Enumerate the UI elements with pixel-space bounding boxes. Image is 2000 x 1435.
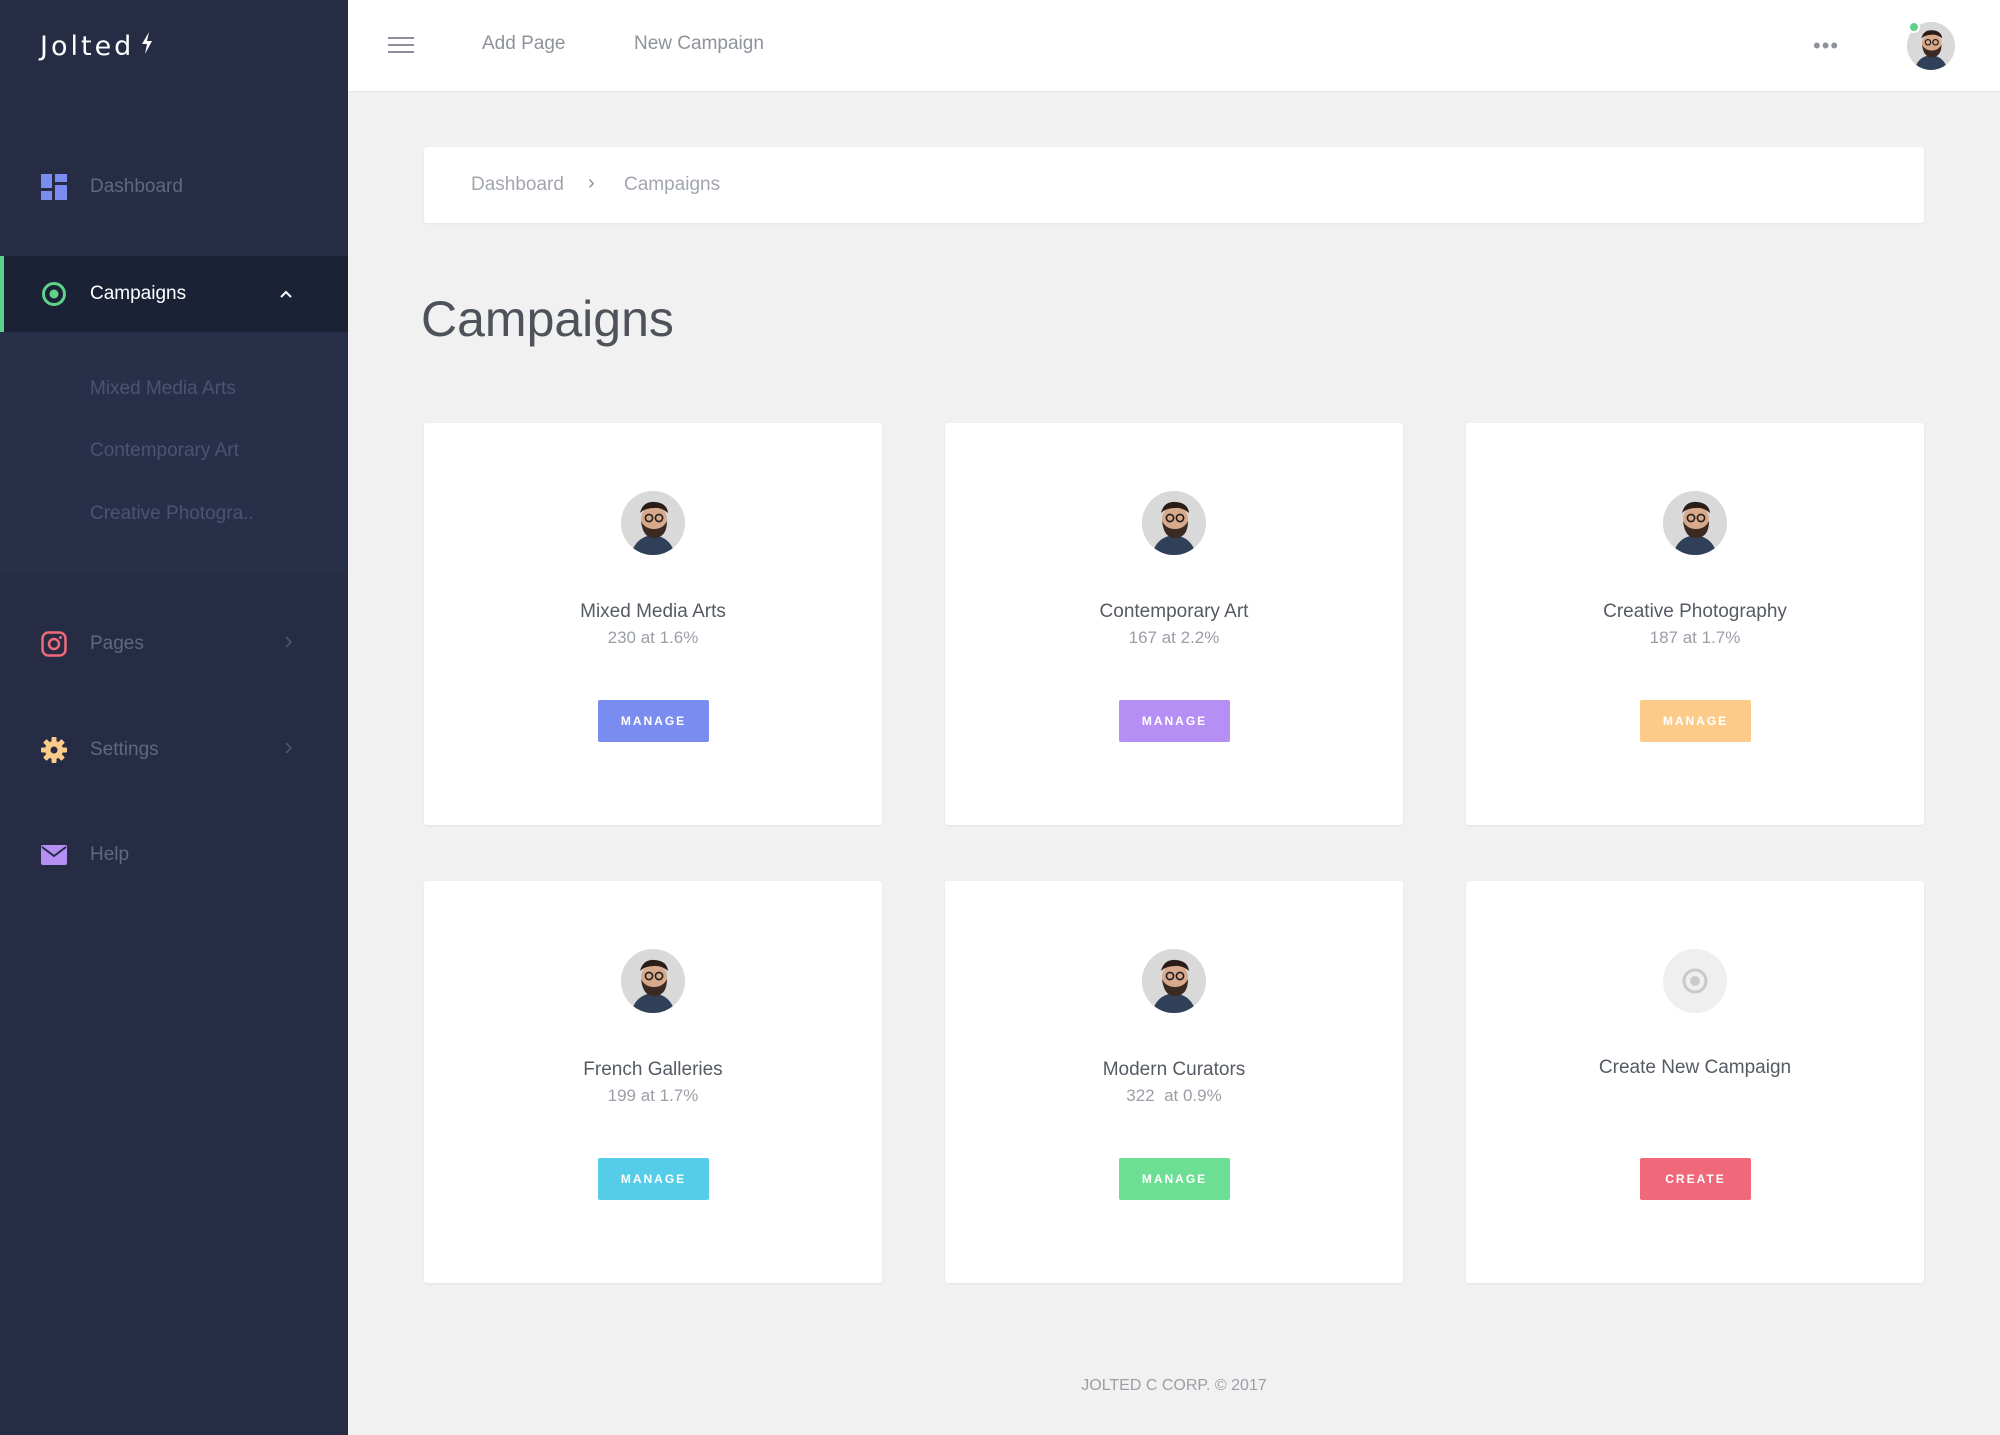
campaign-card: Modern Curators 322 at 0.9% MANAGE: [945, 881, 1403, 1283]
campaign-stat: 187 at 1.7%: [1649, 628, 1741, 647]
sidebar-item-dashboard[interactable]: Dashboard: [0, 149, 348, 225]
submenu-item[interactable]: Contemporary Art: [90, 440, 239, 462]
avatar: [621, 491, 685, 555]
page-title: Campaigns: [421, 291, 674, 347]
mail-icon: [40, 841, 68, 869]
campaign-name: Create New Campaign: [1598, 1057, 1792, 1078]
avatar: [621, 949, 685, 1013]
manage-button[interactable]: MANAGE: [1119, 700, 1230, 742]
instagram-icon: [40, 630, 68, 658]
avatar: [1142, 949, 1206, 1013]
sidebar-item-pages[interactable]: Pages: [0, 606, 348, 682]
campaign-name: Mixed Media Arts: [580, 601, 726, 622]
avatar: [1663, 491, 1727, 555]
footer-text: JOLTED C CORP. © 2017: [1081, 1377, 1267, 1394]
chevron-right-icon: ›: [588, 172, 595, 194]
campaign-card: Creative Photography 187 at 1.7% MANAGE: [1466, 423, 1924, 825]
bolt-icon: [140, 32, 154, 60]
campaign-name: Modern Curators: [1102, 1059, 1246, 1080]
avatar: [1142, 491, 1206, 555]
sidebar-item-help[interactable]: Help: [0, 817, 348, 893]
target-icon: [1663, 949, 1727, 1013]
chevron-up-icon[interactable]: [280, 285, 292, 303]
submenu-item[interactable]: Creative Photogra..: [90, 503, 254, 525]
sidebar: Jolted Dashboard Campaigns Mixed Media A…: [0, 0, 348, 1435]
campaign-card: Contemporary Art 167 at 2.2% MANAGE: [945, 423, 1403, 825]
new-campaign-link[interactable]: New Campaign: [634, 33, 764, 55]
sidebar-item-label: Help: [90, 844, 130, 865]
brand-name: Jolted: [40, 30, 135, 62]
add-page-link[interactable]: Add Page: [482, 33, 565, 55]
topbar: Add Page New Campaign •••: [348, 0, 2000, 92]
campaign-card: French Galleries 199 at 1.7% MANAGE: [424, 881, 882, 1283]
brand-logo[interactable]: Jolted: [40, 28, 154, 64]
campaigns-submenu: Mixed Media Arts Contemporary Art Creati…: [0, 333, 348, 573]
breadcrumb-dashboard[interactable]: Dashboard: [471, 174, 564, 196]
campaign-stat: 230 at 1.6%: [607, 628, 699, 647]
dashboard-icon: [40, 173, 68, 201]
chevron-right-icon: [284, 635, 293, 653]
gear-icon: [40, 736, 68, 764]
hamburger-menu-icon[interactable]: [388, 37, 414, 55]
manage-button[interactable]: MANAGE: [598, 1158, 709, 1200]
breadcrumb: Dashboard › Campaigns: [424, 147, 1924, 223]
manage-button[interactable]: MANAGE: [598, 700, 709, 742]
campaign-name: Contemporary Art: [1099, 601, 1249, 622]
create-button[interactable]: CREATE: [1640, 1158, 1751, 1200]
manage-button[interactable]: MANAGE: [1640, 700, 1751, 742]
sidebar-item-label: Dashboard: [90, 176, 183, 197]
sidebar-item-label: Campaigns: [90, 283, 187, 304]
sidebar-item-label: Pages: [90, 633, 144, 654]
campaign-name: Creative Photography: [1603, 601, 1787, 622]
breadcrumb-campaigns: Campaigns: [624, 174, 721, 195]
sidebar-item-campaigns[interactable]: Campaigns: [0, 256, 348, 332]
campaign-stat: 167 at 2.2%: [1128, 628, 1220, 647]
sidebar-item-label: Settings: [90, 739, 159, 760]
more-icon[interactable]: •••: [1813, 33, 1839, 59]
campaign-stat: 199 at 1.7%: [607, 1086, 699, 1105]
online-status-dot: [1908, 21, 1920, 33]
campaign-name: French Galleries: [583, 1059, 723, 1080]
sidebar-item-settings[interactable]: Settings: [0, 712, 348, 788]
create-campaign-card: Create New Campaign CREATE: [1466, 881, 1924, 1283]
campaign-card: Mixed Media Arts 230 at 1.6% MANAGE: [424, 423, 882, 825]
chevron-right-icon: [284, 741, 293, 759]
submenu-item[interactable]: Mixed Media Arts: [90, 378, 236, 400]
campaign-stat: 322 at 0.9%: [1126, 1086, 1222, 1105]
manage-button[interactable]: MANAGE: [1119, 1158, 1230, 1200]
target-icon: [40, 280, 68, 308]
